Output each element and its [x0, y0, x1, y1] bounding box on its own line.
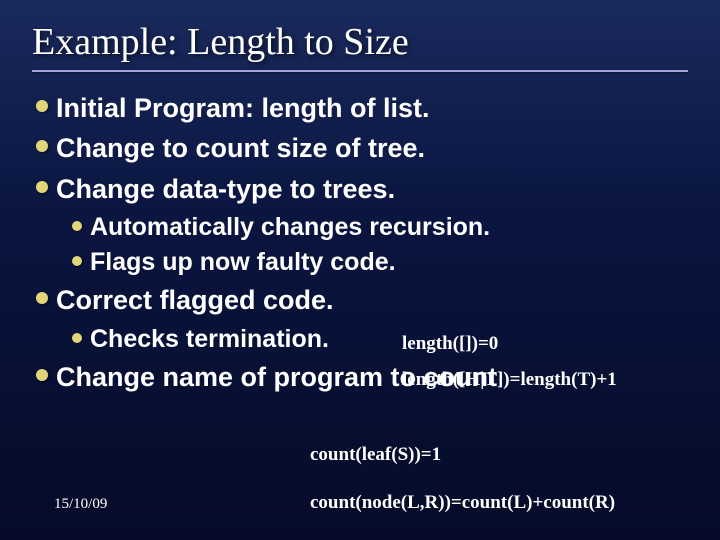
bullet-icon: [36, 292, 48, 304]
bullet-text: Change to count size of tree.: [56, 130, 425, 166]
bullet-change-count: Change to count size of tree.: [36, 130, 692, 166]
bullet-text: Checks termination.: [90, 323, 329, 356]
bullet-icon: [36, 140, 48, 152]
bullet-text: Correct flagged code.: [56, 282, 416, 318]
bullet-icon: [36, 369, 48, 381]
bullet-icon: [72, 256, 82, 266]
bullet-text: Initial Program: length of list.: [56, 90, 430, 126]
bullet-checks-termination: Checks termination.: [72, 323, 692, 356]
code-count-rec: count(node(L,R))=count(L)+count(R): [310, 492, 615, 514]
bullet-change-datatype: Change data-type to trees.: [36, 171, 692, 207]
bullet-flags-faulty: Flags up now faulty code.: [72, 246, 692, 279]
bullet-initial-program: Initial Program: length of list.: [36, 90, 692, 126]
bullet-text: Automatically changes recursion.: [90, 211, 490, 244]
bullet-icon: [36, 100, 48, 112]
slide-date: 15/10/09: [54, 496, 107, 513]
bullet-text: Flags up now faulty code.: [90, 246, 396, 279]
bullet-icon: [72, 221, 82, 231]
code-count-base: count(leaf(S))=1: [310, 444, 441, 466]
title-underline: [32, 70, 688, 72]
bullet-icon: [72, 333, 82, 343]
slide-title: Example: Length to Size: [32, 20, 692, 64]
bullet-auto-recursion: Automatically changes recursion.: [72, 211, 692, 244]
bullet-text: Change data-type to trees.: [56, 171, 395, 207]
code-length-rec: length([H|T])=length(T)+1: [402, 369, 617, 391]
bullet-correct-flagged: Correct flagged code.: [36, 282, 692, 318]
code-length-base: length([])=0: [402, 333, 498, 355]
bullet-icon: [36, 181, 48, 193]
